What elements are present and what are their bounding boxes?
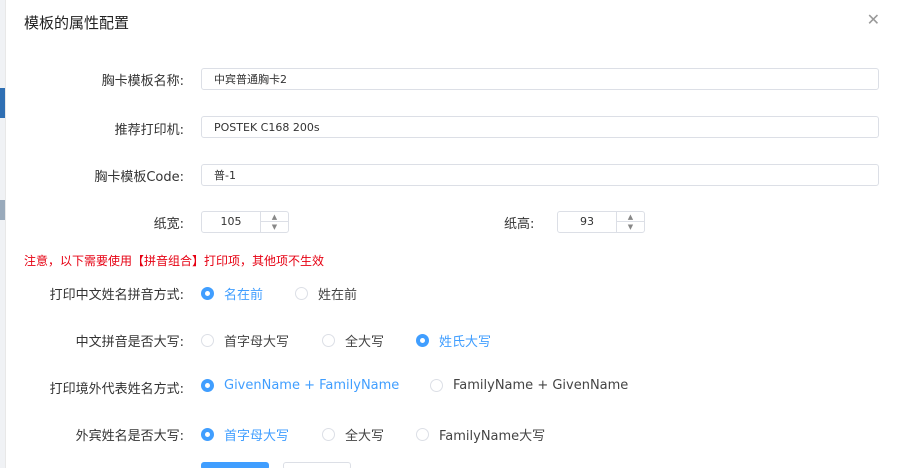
close-icon[interactable]: ✕	[867, 10, 880, 30]
chinese-name-order-label: 打印中文姓名拼音方式:	[49, 288, 184, 303]
template-code-input[interactable]	[201, 164, 879, 186]
paper-height-value[interactable]: 93	[558, 212, 616, 232]
radio-family-first[interactable]: 姓在前	[295, 284, 357, 303]
radio-circle[interactable]	[201, 379, 214, 392]
radio-circle[interactable]	[201, 287, 214, 300]
radio-all-upper[interactable]: 全大写	[322, 331, 384, 350]
paper-height-label: 纸高:	[504, 217, 535, 232]
paper-height-stepper[interactable]: 93 ▲ ▼	[557, 211, 645, 233]
cancel-button[interactable]	[283, 462, 351, 468]
radio-label: GivenName + FamilyName	[224, 378, 400, 393]
radio-givenname-familyname[interactable]: GivenName + FamilyName	[201, 378, 399, 393]
paper-width-controls: ▲ ▼	[260, 212, 288, 232]
paper-height-controls: ▲ ▼	[616, 212, 644, 232]
template-name-input[interactable]	[201, 68, 879, 90]
template-properties-dialog: 模板的属性配置 ✕ 胸卡模板名称: 推荐打印机: 胸卡模板Code: 纸宽: 1…	[5, 0, 904, 468]
radio-label: FamilyName大写	[439, 429, 546, 444]
radio-label: 首字母大写	[224, 429, 290, 444]
confirm-button[interactable]	[201, 462, 269, 468]
foreign-uppercase-label: 外宾姓名是否大写:	[75, 429, 184, 444]
radio-circle[interactable]	[322, 428, 335, 441]
chevron-down-icon[interactable]: ▼	[261, 222, 288, 232]
radio-label: 姓在前	[318, 288, 358, 303]
pinyin-notice: 注意，以下需要使用【拼音组合】打印项，其他项不生效	[24, 254, 325, 268]
radio-foreign-capitalize-first[interactable]: 首字母大写	[201, 425, 289, 444]
chevron-up-icon[interactable]: ▲	[261, 212, 288, 222]
radio-familyname-givenname[interactable]: FamilyName + GivenName	[430, 378, 628, 393]
chevron-down-icon[interactable]: ▼	[617, 222, 644, 232]
radio-circle[interactable]	[201, 428, 214, 441]
radio-label: 姓氏大写	[439, 335, 492, 350]
radio-circle[interactable]	[295, 287, 308, 300]
radio-circle[interactable]	[322, 334, 335, 347]
radio-circle[interactable]	[430, 379, 443, 392]
radio-label: 全大写	[345, 429, 385, 444]
radio-label: 全大写	[345, 335, 385, 350]
paper-width-stepper[interactable]: 105 ▲ ▼	[201, 211, 289, 233]
radio-capitalize-first[interactable]: 首字母大写	[201, 331, 289, 350]
radio-circle[interactable]	[416, 334, 429, 347]
template-name-label: 胸卡模板名称:	[101, 74, 184, 89]
dialog-title: 模板的属性配置	[24, 14, 130, 32]
radio-foreign-all-upper[interactable]: 全大写	[322, 425, 384, 444]
printer-input[interactable]	[201, 116, 879, 138]
radio-label: 首字母大写	[224, 335, 290, 350]
radio-circle[interactable]	[416, 428, 429, 441]
chevron-up-icon[interactable]: ▲	[617, 212, 644, 222]
radio-label: 名在前	[224, 288, 264, 303]
foreign-name-order-label: 打印境外代表姓名方式:	[49, 382, 184, 397]
radio-given-first[interactable]: 名在前	[201, 284, 263, 303]
radio-label: FamilyName + GivenName	[453, 378, 629, 393]
pinyin-uppercase-label: 中文拼音是否大写:	[75, 335, 184, 350]
paper-width-label: 纸宽:	[153, 217, 184, 232]
radio-circle[interactable]	[201, 334, 214, 347]
printer-label: 推荐打印机:	[114, 123, 184, 138]
paper-width-value[interactable]: 105	[202, 212, 260, 232]
radio-surname-upper[interactable]: 姓氏大写	[416, 331, 491, 350]
template-code-label: 胸卡模板Code:	[94, 170, 184, 185]
radio-familyname-upper[interactable]: FamilyName大写	[416, 425, 545, 444]
